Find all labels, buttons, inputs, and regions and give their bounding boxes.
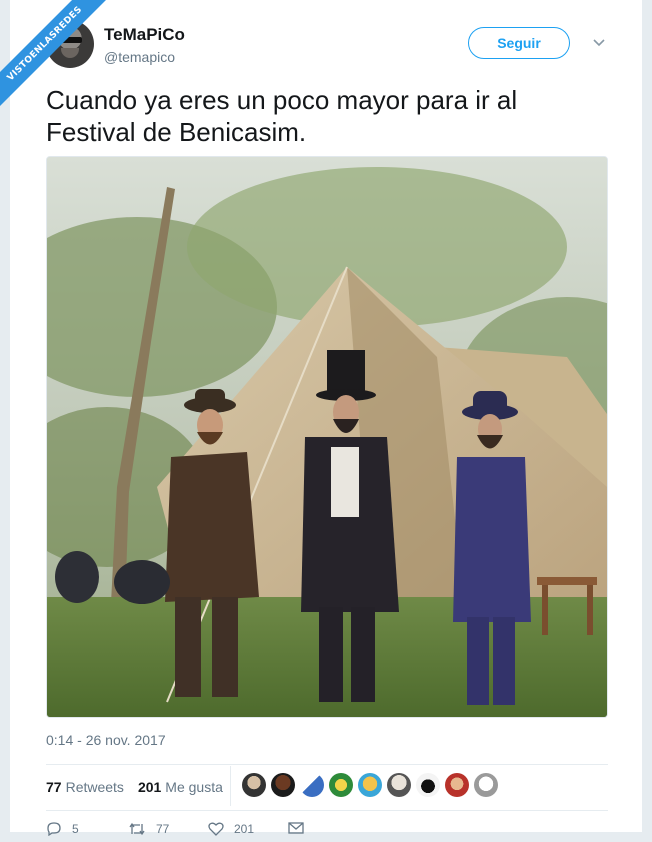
chevron-down-icon[interactable]: [592, 35, 606, 49]
heart-icon: [208, 822, 224, 836]
liker-avatar[interactable]: [474, 773, 498, 797]
retweet-action[interactable]: 77: [128, 822, 169, 836]
message-action[interactable]: [288, 822, 304, 834]
liker-avatar[interactable]: [242, 773, 266, 797]
tweet-text: Cuando ya eres un poco mayor para ir al …: [46, 85, 518, 147]
likers-avatars: [242, 773, 503, 797]
retweet-count: 77: [156, 822, 170, 836]
engagement-stats: 77 Retweets 201 Me gusta: [46, 776, 237, 798]
retweets-stat[interactable]: 77 Retweets: [46, 779, 124, 795]
tweet-header: TeMaPiCo @temapico Seguir: [46, 20, 616, 72]
follow-button[interactable]: Seguir: [468, 27, 570, 59]
tweet-actions: 5 77 201: [46, 822, 346, 836]
page-border-left: [0, 0, 10, 842]
photo-illustration: [47, 157, 607, 717]
like-count: 201: [234, 822, 255, 836]
divider-top: [46, 764, 608, 765]
likes-stat[interactable]: 201 Me gusta: [138, 779, 223, 795]
reply-action[interactable]: 5: [46, 822, 79, 836]
message-icon: [288, 822, 304, 834]
liker-avatar[interactable]: [416, 773, 440, 797]
watermark-text: VISTOENLASREDES: [0, 0, 114, 113]
tweet-photo[interactable]: [46, 156, 608, 718]
tweet-card: VISTOENLASREDES TeMaPiCo @temapico Segui…: [0, 0, 652, 842]
likes-count: 201: [137, 779, 162, 795]
watermark-ribbon: VISTOENLASREDES: [0, 0, 120, 120]
liker-avatar[interactable]: [358, 773, 382, 797]
page-border-right: [642, 0, 652, 842]
liker-avatar[interactable]: [300, 773, 324, 797]
retweet-icon: [129, 822, 145, 836]
liker-avatar[interactable]: [271, 773, 295, 797]
liker-avatar[interactable]: [329, 773, 353, 797]
divider-bottom: [46, 810, 608, 811]
liker-avatar[interactable]: [387, 773, 411, 797]
likes-label: Me gusta: [165, 779, 223, 795]
retweets-count: 77: [46, 779, 62, 795]
stats-separator: [230, 766, 231, 806]
like-action[interactable]: 201: [208, 822, 254, 836]
liker-avatar[interactable]: [445, 773, 469, 797]
retweets-label: Retweets: [65, 779, 124, 795]
tweet-timestamp[interactable]: 0:14 - 26 nov. 2017: [46, 732, 166, 748]
reply-icon: [47, 822, 61, 836]
reply-count: 5: [72, 822, 79, 836]
